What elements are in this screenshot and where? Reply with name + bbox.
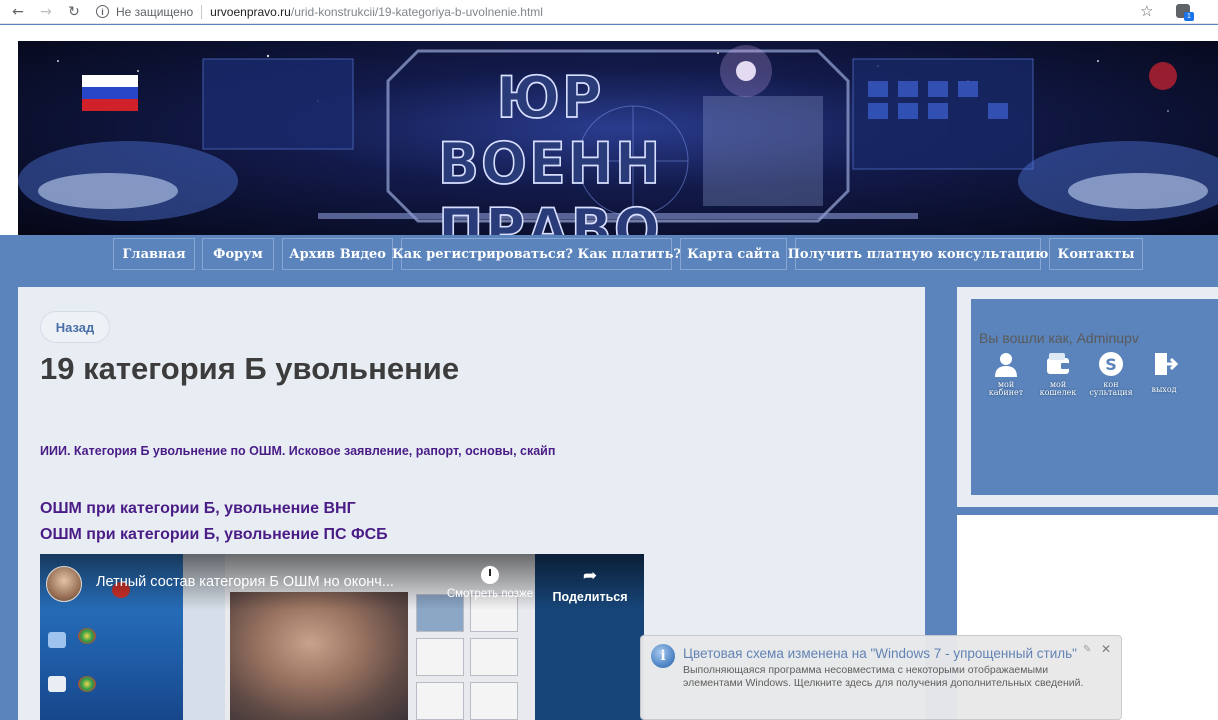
nav-item-forum[interactable]: Форум [202,238,274,270]
account-logout-link[interactable]: выход [1138,350,1190,394]
page-top-strip [0,25,1218,41]
account-consultation-link[interactable]: S кон сультация [1085,350,1137,397]
account-cabinet-link[interactable]: мой кабинет [980,350,1032,397]
video-frame-grid [416,594,520,720]
nav-item-contacts[interactable]: Контакты [1049,238,1143,270]
nav-item-home[interactable]: Главная [113,238,195,270]
nav-item-registration[interactable]: Как регистрироваться? Как платить? [392,238,681,270]
svg-text:S: S [1105,355,1117,374]
url-host: urvoenpravo.ru [210,4,291,19]
pin-icon[interactable]: ✎ [1083,644,1091,655]
share-arrow-icon: ➦ [582,566,598,585]
notification-text: Выполняющаяся программа несовместима с н… [683,664,1084,689]
account-logout-label: выход [1151,385,1177,394]
article-link-fsb[interactable]: ОШМ при категории Б, увольнение ПС ФСБ [40,526,388,544]
wallet-icon [1044,350,1072,378]
banner-title: ЮР ВОЕНН ПРАВО [437,63,663,235]
account-consultation-label: кон сультация [1089,380,1133,397]
page-left-edge [0,41,18,235]
nav-item-video-archive[interactable]: Архив Видео [282,238,393,270]
back-button[interactable]: Назад [40,311,110,343]
reload-icon[interactable]: ↻ [60,0,88,24]
desktop-icon [48,676,66,692]
nav-item-paid-consultation[interactable]: Получить платную консультацию [788,238,1048,270]
account-widget [971,299,1218,495]
video-player[interactable]: Летный состав категория Б ОШМ но оконч..… [40,554,644,720]
info-icon[interactable]: i [96,5,109,18]
site-banner[interactable]: ЮР ВОЕНН ПРАВО [18,41,1218,235]
user-icon [992,350,1020,378]
info-balloon-icon: i [651,644,675,668]
back-arrow-icon[interactable]: ← [4,0,32,24]
intro-link[interactable]: ИИИ. Категория Б увольнение по ОШМ. Иско… [40,444,555,458]
account-cabinet-label: мой кабинет [988,380,1024,397]
video-frame-person [230,592,408,720]
watch-later-button[interactable]: Смотреть позже [440,566,540,600]
share-button[interactable]: ➦ Поделиться [550,566,630,604]
account-wallet-link[interactable]: мой кошелек [1032,350,1084,397]
chrome-icon [78,628,96,644]
channel-avatar[interactable] [46,566,82,602]
url-path: /urid-konstrukcii/19-kategoriya-b-uvolne… [290,4,543,19]
windows-notification[interactable]: i Цветовая схема изменена на "Windows 7 … [640,635,1122,720]
account-wallet-label: мой кошелек [1039,380,1077,397]
page-title: 19 категория Б увольнение [40,351,460,386]
share-label: Поделиться [552,590,628,604]
close-icon[interactable]: ✕ [1101,642,1111,656]
article-link-vng[interactable]: ОШМ при категории Б, увольнение ВНГ [40,500,356,518]
extension-badge: 1 [1184,12,1194,21]
forward-arrow-icon[interactable]: → [32,0,60,24]
video-title[interactable]: Летный состав категория Б ОШМ но оконч..… [96,574,394,590]
clock-icon [481,566,499,584]
address-bar[interactable]: i Не защищено urvoenpravo.ru/urid-konstr… [96,2,543,22]
skype-icon: S [1097,350,1125,378]
bookmark-star-icon[interactable]: ☆ [1140,2,1153,20]
logout-icon [1150,350,1179,378]
divider [201,4,203,19]
security-label: Не защищено [116,4,194,19]
account-greeting: Вы вошли как, Adminupv [979,330,1139,346]
extension-icon[interactable]: 1 [1176,3,1194,21]
nav-item-sitemap[interactable]: Карта сайта [680,238,787,270]
chrome-icon [78,676,96,692]
main-navigation: Главная Форум Архив Видео Как регистриро… [0,235,1218,287]
watch-later-label: Смотреть позже [446,588,534,600]
desktop-icon [48,632,66,648]
browser-toolbar: ← → ↻ i Не защищено urvoenpravo.ru/urid-… [0,0,1218,24]
notification-title: Цветовая схема изменена на "Windows 7 - … [683,646,1077,661]
